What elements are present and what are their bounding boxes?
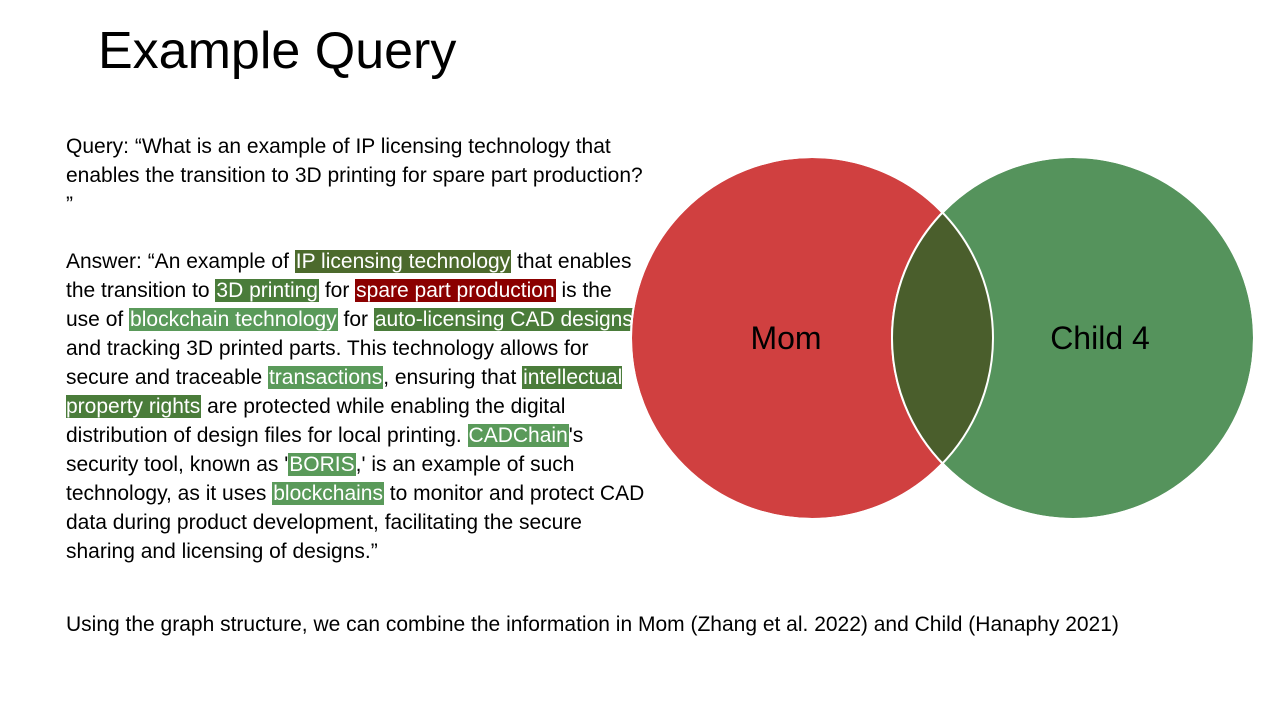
answer-segment: for bbox=[337, 308, 374, 331]
highlighted-term: 3D printing bbox=[215, 279, 319, 302]
venn-right-label: Child 4 bbox=[1050, 320, 1150, 356]
venn-diagram: Mom Child 4 bbox=[630, 156, 1255, 520]
query-text: Query: “What is an example of IP licensi… bbox=[66, 135, 643, 216]
highlighted-term: spare part production bbox=[355, 279, 556, 302]
highlighted-term: transactions bbox=[267, 366, 384, 389]
answer-text: Answer: “An example of IP licensing tech… bbox=[66, 247, 646, 566]
highlighted-term: auto-licensing CAD designs bbox=[373, 308, 634, 331]
footer-text: Using the graph structure, we can combin… bbox=[66, 613, 1119, 636]
highlighted-term: CADChain bbox=[467, 424, 569, 447]
answer-segment: for bbox=[318, 279, 356, 302]
answer-segment: , ensuring that bbox=[383, 366, 523, 389]
highlighted-term: IP licensing technology bbox=[294, 250, 512, 273]
highlighted-term: blockchains bbox=[272, 482, 384, 505]
answer-segment: Answer: “An example of bbox=[66, 250, 295, 273]
venn-left-label: Mom bbox=[750, 320, 821, 356]
highlighted-term: blockchain technology bbox=[129, 308, 338, 331]
highlighted-term: BORIS bbox=[288, 453, 356, 476]
slide-title: Example Query bbox=[98, 22, 457, 80]
